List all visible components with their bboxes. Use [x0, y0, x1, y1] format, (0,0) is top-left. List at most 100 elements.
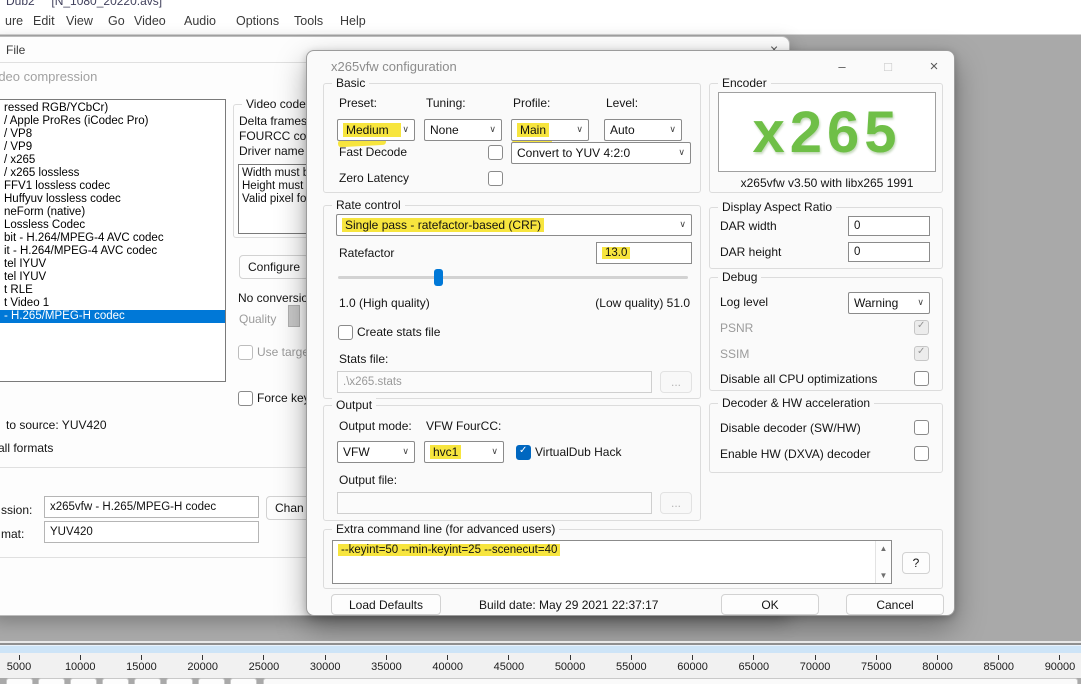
transport-button[interactable]: [198, 678, 225, 684]
dialog-title: x265vfw configuration: [331, 59, 457, 74]
create-stats-label: Create stats file: [357, 325, 441, 339]
menu-item[interactable]: Video: [134, 14, 166, 28]
codec-list-item[interactable]: FFV1 lossless codec: [0, 180, 225, 193]
force-keyframes-checkbox[interactable]: [238, 391, 253, 406]
convert-value: Convert to YUV 4:2:0: [517, 146, 631, 160]
menu-item[interactable]: Edit: [33, 14, 55, 28]
codec-list-item[interactable]: ressed RGB/YCbCr): [0, 102, 225, 115]
profile-value: Main: [517, 123, 550, 137]
disable-cpu-checkbox[interactable]: [914, 371, 929, 386]
ruler-tick-label: 25000: [248, 661, 280, 673]
format-value-field: YUV420: [44, 521, 259, 543]
ruler-tick-label: 60000: [677, 661, 708, 673]
x265-config-dialog: x265vfw configuration – □ × Basic Preset…: [306, 50, 955, 616]
menu-item[interactable]: View: [66, 14, 93, 28]
minimize-icon[interactable]: –: [831, 57, 853, 75]
ruler-tick: [140, 655, 142, 660]
scroll-down-icon[interactable]: ▼: [876, 571, 891, 580]
level-label: Level:: [606, 96, 639, 110]
convert-combo[interactable]: Convert to YUV 4:2:0 ∨: [511, 142, 691, 164]
scrollbar[interactable]: ▲ ▼: [875, 541, 891, 583]
tuning-combo[interactable]: None ∨: [424, 119, 502, 141]
level-combo[interactable]: Auto ∨: [604, 119, 682, 141]
codec-list-item[interactable]: bit - H.264/MPEG-4 AVC codec: [0, 232, 225, 245]
dar-width-field[interactable]: 0: [848, 216, 930, 236]
ruler-tick-label: 35000: [371, 661, 402, 673]
disable-decoder-checkbox[interactable]: [914, 420, 929, 435]
ruler-tick-label: 75000: [860, 661, 892, 673]
ratefactor-slider-track[interactable]: [338, 276, 688, 279]
transport-button[interactable]: [230, 678, 257, 684]
menu-item[interactable]: Help: [340, 14, 366, 28]
dar-height-field[interactable]: 0: [848, 242, 930, 262]
ruler-tick-label: 55000: [616, 661, 647, 673]
codec-list-item[interactable]: / VP9: [0, 141, 225, 154]
codec-list-item[interactable]: tel IYUV: [0, 271, 225, 284]
stats-file-label: Stats file:: [339, 352, 389, 366]
virtualdub-hack-checkbox[interactable]: [516, 445, 531, 460]
window-title-fragment: Dub2 [N_1080_20220.avs]: [6, 0, 163, 8]
transport-button[interactable]: [6, 678, 33, 684]
codec-list-item[interactable]: - H.265/MPEG-H codec: [0, 310, 225, 323]
enable-hw-checkbox[interactable]: [914, 446, 929, 461]
transport-button[interactable]: [70, 678, 97, 684]
seek-panel[interactable]: [263, 678, 1078, 684]
close-icon[interactable]: ×: [923, 57, 945, 75]
encoder-group-label: Encoder: [718, 76, 771, 90]
cancel-button[interactable]: Cancel: [846, 594, 944, 615]
codec-list-item[interactable]: Lossless Codec: [0, 219, 225, 232]
ok-button[interactable]: OK: [721, 594, 819, 615]
debug-group: Debug Log level Warning ∨ PSNR SSIM Disab…: [709, 270, 943, 391]
stats-browse-button: ...: [660, 371, 692, 393]
menu-item[interactable]: Go: [108, 14, 125, 28]
transport-button[interactable]: [166, 678, 193, 684]
enable-hw-label: Enable HW (DXVA) decoder: [720, 447, 871, 461]
codec-list: ressed RGB/YCbCr) / Apple ProRes (iCodec …: [0, 99, 226, 382]
menu-item[interactable]: Audio: [184, 14, 216, 28]
output-mode-combo[interactable]: VFW ∨: [337, 441, 415, 463]
fast-decode-checkbox[interactable]: [488, 145, 503, 160]
transport-button[interactable]: [102, 678, 129, 684]
output-browse-button: ...: [660, 492, 692, 514]
codec-list-item[interactable]: it - H.264/MPEG-4 AVC codec: [0, 245, 225, 258]
transport-button[interactable]: [134, 678, 161, 684]
extra-cmd-textbox[interactable]: --keyint=50 --min-keyint=25 --scenecut=4…: [332, 540, 892, 584]
zero-latency-checkbox[interactable]: [488, 171, 503, 186]
codec-list-item[interactable]: t RLE: [0, 284, 225, 297]
codec-list-item[interactable]: / x265 lossless: [0, 167, 225, 180]
dar-group: Display Aspect Ratio DAR width 0 DAR hei…: [709, 200, 943, 269]
menu-item[interactable]: Options: [236, 14, 279, 28]
codec-list-item[interactable]: / x265: [0, 154, 225, 167]
codec-list-item[interactable]: / VP8: [0, 128, 225, 141]
preset-combo[interactable]: Medium ∨: [337, 119, 415, 141]
delta-frames-label: Delta frames: [239, 114, 308, 128]
profile-combo[interactable]: Main ∨: [511, 119, 589, 141]
rate-mode-combo[interactable]: Single pass - ratefactor-based (CRF) ∨: [336, 214, 692, 236]
file-menu[interactable]: File: [6, 43, 25, 57]
quality-label: Quality: [239, 312, 277, 326]
codec-list-item[interactable]: / Apple ProRes (iCodec Pro): [0, 115, 225, 128]
codec-list-item[interactable]: t Video 1: [0, 297, 225, 310]
ratefactor-slider-thumb[interactable]: [434, 269, 443, 286]
decoder-group-label: Decoder & HW acceleration: [718, 396, 875, 410]
psnr-label: PSNR: [720, 321, 754, 335]
create-stats-checkbox[interactable]: [338, 325, 353, 340]
codec-list-item[interactable]: neForm (native): [0, 206, 225, 219]
ruler-tick: [508, 655, 510, 660]
codec-list-item[interactable]: tel IYUV: [0, 258, 225, 271]
to-source-label: to source: YUV420: [6, 418, 107, 432]
codec-list-item[interactable]: Huffyuv lossless codec: [0, 193, 225, 206]
scroll-up-icon[interactable]: ▲: [876, 544, 891, 553]
menu-item[interactable]: ure: [5, 14, 23, 28]
configure-button[interactable]: Configure: [239, 255, 309, 279]
ratefactor-field[interactable]: 13.0: [596, 242, 692, 264]
fourcc-combo[interactable]: hvc1 ∨: [424, 441, 504, 463]
stats-file-field: .\x265.stats: [337, 371, 652, 393]
transport-button[interactable]: [38, 678, 65, 684]
log-level-combo[interactable]: Warning ∨: [848, 292, 930, 314]
disable-decoder-label: Disable decoder (SW/HW): [720, 421, 861, 435]
help-button[interactable]: ?: [902, 552, 930, 574]
load-defaults-button[interactable]: Load Defaults: [331, 594, 441, 615]
menu-item[interactable]: Tools: [294, 14, 323, 28]
position-slider-track[interactable]: [0, 645, 1081, 653]
